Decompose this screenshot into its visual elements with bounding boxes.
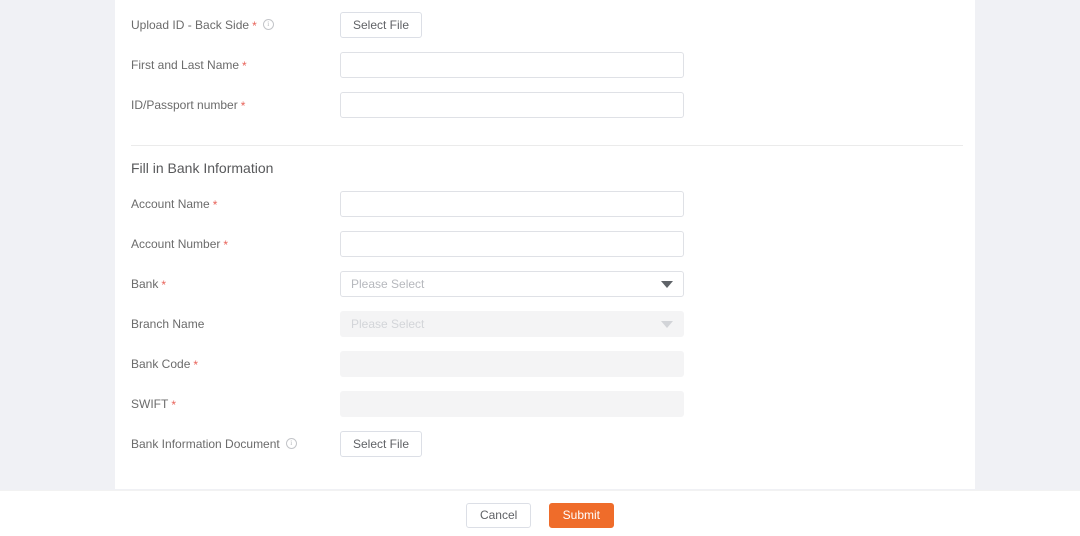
label-text: SWIFT: [131, 397, 168, 411]
field-row-bank-information-document: Bank Information Document i Select File: [131, 431, 963, 457]
required-asterisk: *: [223, 238, 228, 252]
bank-select-value: Please Select: [351, 272, 424, 296]
kyc-bank-information-form: Upload ID - Back Side*i Select File Firs…: [0, 0, 1080, 535]
control-branch-name: Please Select: [340, 311, 684, 337]
bank-code-input[interactable]: [340, 351, 684, 377]
label-text: Upload ID - Back Side: [131, 18, 249, 32]
required-asterisk: *: [241, 99, 246, 113]
label-text: Bank Code: [131, 357, 190, 371]
chevron-down-icon: [661, 321, 673, 328]
cancel-button[interactable]: Cancel: [466, 503, 531, 528]
label-bank-information-document: Bank Information Document i: [131, 431, 326, 457]
control-upload-id-back-side: Select File: [340, 12, 422, 38]
label-text: ID/Passport number: [131, 98, 238, 112]
account-number-input[interactable]: [340, 231, 684, 257]
control-id-passport-number: [340, 92, 684, 118]
label-upload-id-back-side: Upload ID - Back Side* i: [131, 12, 326, 38]
field-row-first-and-last-name: First and Last Name*: [131, 52, 963, 78]
control-first-and-last-name: [340, 52, 684, 78]
control-swift: [340, 391, 684, 417]
control-bank-information-document: Select File: [340, 431, 422, 457]
field-row-upload-id-back-side: Upload ID - Back Side* i Select File: [131, 12, 963, 38]
bank-section-title: Fill in Bank Information: [131, 160, 273, 176]
label-text: Account Name: [131, 197, 210, 211]
required-asterisk: *: [161, 278, 166, 292]
label-text: Bank Information Document: [131, 437, 280, 451]
label-text: First and Last Name: [131, 58, 239, 72]
info-icon[interactable]: i: [263, 19, 274, 30]
field-row-id-passport-number: ID/Passport number*: [131, 92, 963, 118]
select-file-button-bank-document[interactable]: Select File: [340, 431, 422, 457]
label-bank-code: Bank Code*: [131, 351, 326, 377]
required-asterisk: *: [252, 19, 257, 33]
control-bank-code: [340, 351, 684, 377]
bank-select[interactable]: Please Select: [340, 271, 684, 297]
field-row-bank-code: Bank Code*: [131, 351, 963, 377]
branch-name-select[interactable]: Please Select: [340, 311, 684, 337]
label-bank: Bank*: [131, 271, 326, 297]
required-asterisk: *: [193, 358, 198, 372]
required-asterisk: *: [213, 198, 218, 212]
control-bank: Please Select: [340, 271, 684, 297]
chevron-down-icon: [661, 281, 673, 288]
required-asterisk: *: [242, 59, 247, 73]
label-account-name: Account Name*: [131, 191, 326, 217]
label-text: Account Number: [131, 237, 220, 251]
field-row-swift: SWIFT*: [131, 391, 963, 417]
form-footer: Cancel Submit: [0, 490, 1080, 536]
select-file-button-id-back-side[interactable]: Select File: [340, 12, 422, 38]
account-name-input[interactable]: [340, 191, 684, 217]
swift-input[interactable]: [340, 391, 684, 417]
first-and-last-name-input[interactable]: [340, 52, 684, 78]
field-row-account-name: Account Name*: [131, 191, 963, 217]
info-icon[interactable]: i: [286, 438, 297, 449]
field-row-branch-name: Branch Name Please Select: [131, 311, 963, 337]
required-asterisk: *: [171, 398, 176, 412]
control-account-number: [340, 231, 684, 257]
form-card-content: Upload ID - Back Side*i Select File Firs…: [131, 0, 963, 489]
field-row-account-number: Account Number*: [131, 231, 963, 257]
branch-name-select-value: Please Select: [351, 312, 424, 336]
footer-action-bar: Cancel Submit: [0, 503, 1080, 528]
label-branch-name: Branch Name: [131, 311, 326, 337]
label-id-passport-number: ID/Passport number*: [131, 92, 326, 118]
label-account-number: Account Number*: [131, 231, 326, 257]
id-passport-number-input[interactable]: [340, 92, 684, 118]
submit-button[interactable]: Submit: [549, 503, 614, 528]
field-row-bank: Bank* Please Select: [131, 271, 963, 297]
label-text: Bank: [131, 277, 158, 291]
control-account-name: [340, 191, 684, 217]
label-first-and-last-name: First and Last Name*: [131, 52, 326, 78]
label-text: Branch Name: [131, 317, 204, 331]
section-divider: [131, 145, 963, 146]
form-card: Upload ID - Back Side*i Select File Firs…: [115, 0, 975, 489]
label-swift: SWIFT*: [131, 391, 326, 417]
